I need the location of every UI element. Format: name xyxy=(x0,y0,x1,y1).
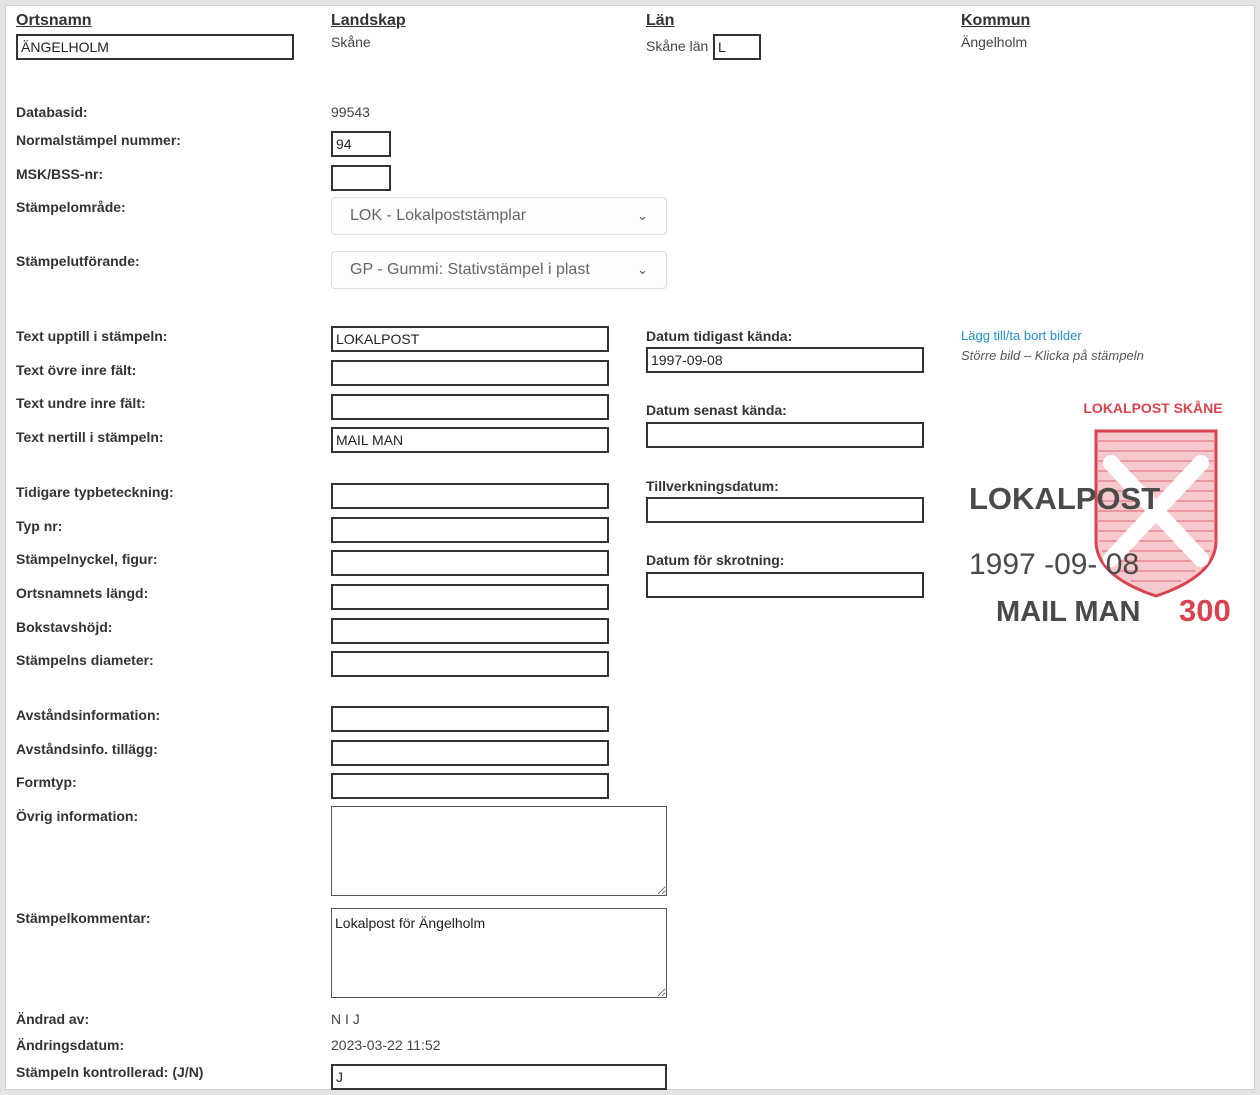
stampelns-diameter-label: Stämpelns diameter: xyxy=(16,652,154,668)
stamp-date-text: 1997 -09- 08 xyxy=(969,548,1139,581)
text-upptill-label: Text upptill i stämpeln: xyxy=(16,328,168,344)
stampelutforande-label: Stämpelutförande: xyxy=(16,253,140,269)
stampelnyckel-input[interactable] xyxy=(331,550,609,576)
chevron-down-icon: ⌄ xyxy=(637,262,648,277)
stamp-main-text: LOKALPOST xyxy=(969,481,1160,516)
ovrig-info-textarea[interactable] xyxy=(331,806,667,896)
kontrollerad-label: Stämpeln kontrollerad: (J/N) xyxy=(16,1064,204,1080)
landskap-header: Landskap xyxy=(331,12,406,29)
stampelnyckel-label: Stämpelnyckel, figur: xyxy=(16,551,158,567)
andrad-av-value: N I J xyxy=(331,1011,360,1027)
text-nertill-input[interactable] xyxy=(331,427,609,453)
stampelutforande-selected: GP - Gummi: Stativstämpel i plast xyxy=(350,261,590,278)
stamp-value-text: 300 xyxy=(1179,593,1231,628)
stamp-svg: LOKALPOST SKÅNE LOKALPOST 1997 -09- 08 M… xyxy=(969,400,1231,628)
formtyp-input[interactable] xyxy=(331,773,609,799)
databasid-label: Databasid: xyxy=(16,104,88,120)
avstandsinfo-tillagg-label: Avståndsinfo. tillägg: xyxy=(16,741,158,757)
bokstavshojd-label: Bokstavshöjd: xyxy=(16,619,113,635)
kontrollerad-input[interactable] xyxy=(331,1064,667,1090)
stamp-record-form: Ortsnamn Landskap Skåne Län Skåne län Ko… xyxy=(5,5,1255,1090)
stamp-bottom-text: MAIL MAN xyxy=(996,596,1140,628)
text-undre-input[interactable] xyxy=(331,394,609,420)
lan-header: Län xyxy=(646,12,675,29)
stampelutforande-select[interactable]: GP - Gummi: Stativstämpel i plast ⌄ xyxy=(331,251,667,289)
datum-skrotning-label: Datum för skrotning: xyxy=(646,552,785,568)
datum-tidigast-input[interactable] xyxy=(646,347,924,373)
normalstampel-label: Normalstämpel nummer: xyxy=(16,132,181,148)
formtyp-label: Formtyp: xyxy=(16,774,77,790)
add-remove-images-link[interactable]: Lägg till/ta bort bilder xyxy=(961,328,1082,343)
larger-image-hint: Större bild – Klicka på stämpeln xyxy=(961,348,1144,363)
stampelomrade-selected: LOK - Lokalpoststämplar xyxy=(350,207,527,224)
stampelomrade-select[interactable]: LOK - Lokalpoststämplar ⌄ xyxy=(331,197,667,235)
bokstavshojd-input[interactable] xyxy=(331,618,609,644)
andringsdatum-value: 2023-03-22 11:52 xyxy=(331,1037,441,1053)
ortsnamn-header: Ortsnamn xyxy=(16,12,92,29)
tidigare-typ-input[interactable] xyxy=(331,483,609,509)
lan-value: Skåne län xyxy=(646,38,709,54)
tillverkningsdatum-input[interactable] xyxy=(646,497,924,523)
stampelns-diameter-input[interactable] xyxy=(331,651,609,677)
lan-code-input[interactable] xyxy=(713,34,761,60)
datum-senast-input[interactable] xyxy=(646,422,924,448)
tidigare-typ-label: Tidigare typbeteckning: xyxy=(16,484,174,500)
text-nertill-label: Text nertill i stämpeln: xyxy=(16,429,164,445)
datum-skrotning-input[interactable] xyxy=(646,572,924,598)
tillverkningsdatum-label: Tillverkningsdatum: xyxy=(646,478,779,494)
text-ovre-label: Text övre inre fält: xyxy=(16,362,137,378)
normalstampel-input[interactable] xyxy=(331,131,391,157)
kommun-value: Ängelholm xyxy=(961,34,1028,50)
ortsnamnets-langd-input[interactable] xyxy=(331,584,609,610)
datum-tidigast-label: Datum tidigast kända: xyxy=(646,328,793,344)
stampelkommentar-label: Stämpelkommentar: xyxy=(16,910,151,926)
stampelomrade-label: Stämpelområde: xyxy=(16,199,126,215)
avstandsinfo-input[interactable] xyxy=(331,706,609,732)
typ-nr-input[interactable] xyxy=(331,517,609,543)
ortsnamnets-langd-label: Ortsnamnets längd: xyxy=(16,585,149,601)
andringsdatum-label: Ändringsdatum: xyxy=(16,1037,125,1053)
stamp-image[interactable]: LOKALPOST SKÅNE LOKALPOST 1997 -09- 08 M… xyxy=(961,391,1241,631)
text-ovre-input[interactable] xyxy=(331,360,609,386)
databasid-value: 99543 xyxy=(331,104,370,120)
msk-label: MSK/BSS-nr: xyxy=(16,166,104,182)
stamp-top-text: LOKALPOST SKÅNE xyxy=(1083,400,1222,416)
text-undre-label: Text undre inre fält: xyxy=(16,395,146,411)
typ-nr-label: Typ nr: xyxy=(16,518,63,534)
datum-senast-label: Datum senast kända: xyxy=(646,402,787,418)
ovrig-info-label: Övrig information: xyxy=(16,808,139,824)
text-upptill-input[interactable] xyxy=(331,326,609,352)
ortsnamn-input[interactable] xyxy=(16,34,294,60)
landskap-value: Skåne xyxy=(331,34,371,50)
kommun-header: Kommun xyxy=(961,12,1031,29)
avstandsinfo-tillagg-input[interactable] xyxy=(331,740,609,766)
avstandsinfo-label: Avståndsinformation: xyxy=(16,707,161,723)
chevron-down-icon: ⌄ xyxy=(637,208,648,223)
msk-input[interactable] xyxy=(331,165,391,191)
stampelkommentar-textarea[interactable]: Lokalpost för Ängelholm xyxy=(331,908,667,998)
andrad-av-label: Ändrad av: xyxy=(16,1011,90,1027)
